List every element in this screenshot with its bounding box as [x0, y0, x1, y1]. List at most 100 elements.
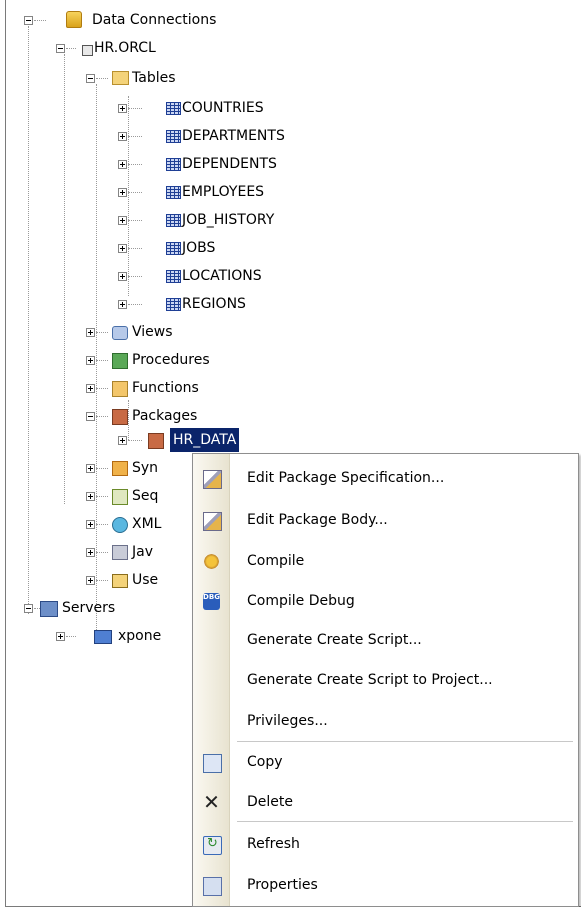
synonyms-icon — [112, 461, 128, 476]
tree-label: Procedures — [132, 352, 210, 368]
tree-label: Functions — [132, 380, 199, 396]
menu-item-delete[interactable]: ✕ Delete — [193, 788, 578, 818]
tree-label: Data Connections — [92, 12, 217, 28]
expand-toggle[interactable] — [118, 272, 127, 281]
expand-toggle[interactable] — [118, 436, 127, 445]
table-icon — [166, 242, 181, 255]
menu-item-privileges[interactable]: Privileges... — [193, 707, 578, 737]
menu-item-label: Compile — [247, 553, 305, 569]
xml-icon — [112, 517, 128, 533]
tree-label: Jav — [132, 544, 153, 560]
collapse-toggle[interactable] — [24, 16, 33, 25]
servers-icon — [40, 601, 58, 617]
menu-item-generate-create-script[interactable]: Generate Create Script... — [193, 626, 578, 656]
tree-line — [96, 84, 97, 640]
expand-toggle[interactable] — [86, 384, 95, 393]
table-icon — [166, 270, 181, 283]
tree-line — [128, 400, 129, 440]
selected-package-label: HR_DATA — [170, 428, 240, 452]
menu-item-compile[interactable]: Compile — [193, 547, 578, 577]
menu-separator — [237, 821, 573, 822]
menu-separator — [237, 741, 573, 742]
expand-toggle[interactable] — [118, 104, 127, 113]
tree-label: Packages — [132, 408, 198, 424]
menu-item-label: Generate Create Script... — [247, 632, 422, 648]
package-icon — [148, 433, 164, 449]
expand-toggle[interactable] — [118, 132, 127, 141]
collapse-toggle[interactable] — [86, 412, 95, 421]
menu-item-label: Edit Package Specification... — [247, 470, 445, 486]
database-icon — [66, 11, 82, 28]
edit-body-icon — [203, 512, 222, 531]
table-icon — [166, 214, 181, 227]
delete-icon: ✕ — [203, 790, 220, 814]
user-types-icon — [112, 574, 128, 588]
tree-label: HR.ORCL — [94, 40, 156, 56]
menu-item-properties[interactable]: Properties — [193, 871, 578, 901]
menu-item-edit-package-body[interactable]: Edit Package Body... — [193, 506, 578, 536]
context-menu: Edit Package Specification... Edit Packa… — [192, 453, 579, 907]
views-icon — [112, 326, 128, 340]
properties-icon — [203, 877, 222, 896]
expand-toggle[interactable] — [86, 492, 95, 501]
refresh-icon — [203, 836, 222, 855]
edit-spec-icon — [203, 470, 222, 489]
computer-icon — [94, 630, 112, 644]
expand-toggle[interactable] — [86, 520, 95, 529]
collapse-toggle[interactable] — [86, 74, 95, 83]
table-icon — [166, 298, 181, 311]
expand-toggle[interactable] — [118, 160, 127, 169]
collapse-toggle[interactable] — [24, 604, 33, 613]
table-icon — [166, 186, 181, 199]
tree-line — [128, 96, 129, 296]
tree-label: Tables — [132, 70, 176, 86]
expand-toggle[interactable] — [118, 300, 127, 309]
menu-item-refresh[interactable]: Refresh — [193, 830, 578, 860]
tree-label: EMPLOYEES — [182, 184, 265, 200]
menu-item-label: Copy — [247, 754, 283, 770]
expand-toggle[interactable] — [118, 244, 127, 253]
menu-item-label: Privileges... — [247, 713, 328, 729]
tree-label: XML — [132, 516, 162, 532]
tree-label: REGIONS — [182, 296, 246, 312]
java-icon — [112, 545, 128, 560]
menu-item-label: Compile Debug — [247, 593, 355, 609]
tree-label: xpone — [118, 628, 162, 644]
tree-label: Syn — [132, 460, 159, 476]
menu-item-edit-package-specification[interactable]: Edit Package Specification... — [193, 464, 578, 494]
collapse-toggle[interactable] — [56, 44, 65, 53]
functions-icon — [112, 381, 128, 397]
expand-toggle[interactable] — [86, 356, 95, 365]
tables-folder-icon — [112, 71, 129, 85]
expand-toggle[interactable] — [86, 548, 95, 557]
compile-debug-icon: DBG — [203, 593, 220, 610]
procedures-icon — [112, 353, 128, 369]
menu-item-label: Edit Package Body... — [247, 512, 388, 528]
expand-toggle[interactable] — [56, 632, 65, 641]
tree-label: DEPARTMENTS — [182, 128, 285, 144]
tree-label: Servers — [62, 600, 116, 616]
expand-toggle[interactable] — [118, 188, 127, 197]
tree-line — [64, 54, 65, 504]
tree-label: Seq — [132, 488, 159, 504]
tree-label: DEPENDENTS — [182, 156, 277, 172]
expand-toggle[interactable] — [86, 576, 95, 585]
table-icon — [166, 102, 181, 115]
expand-toggle[interactable] — [86, 328, 95, 337]
table-icon — [166, 158, 181, 171]
expand-toggle[interactable] — [118, 216, 127, 225]
copy-icon — [203, 754, 222, 773]
tree-label: JOB_HISTORY — [182, 212, 275, 228]
packages-icon — [112, 409, 128, 425]
tree-label: JOBS — [182, 240, 216, 256]
menu-item-compile-debug[interactable]: DBG Compile Debug — [193, 587, 578, 617]
menu-item-label: Generate Create Script to Project... — [247, 672, 493, 688]
expand-toggle[interactable] — [86, 464, 95, 473]
connection-icon — [82, 45, 93, 56]
menu-item-copy[interactable]: Copy — [193, 748, 578, 778]
tree-label: Views — [132, 324, 173, 340]
menu-item-generate-create-script-to-project[interactable]: Generate Create Script to Project... — [193, 666, 578, 696]
tree-label: COUNTRIES — [182, 100, 264, 116]
compile-icon — [203, 553, 220, 570]
menu-item-label: Refresh — [247, 836, 300, 852]
